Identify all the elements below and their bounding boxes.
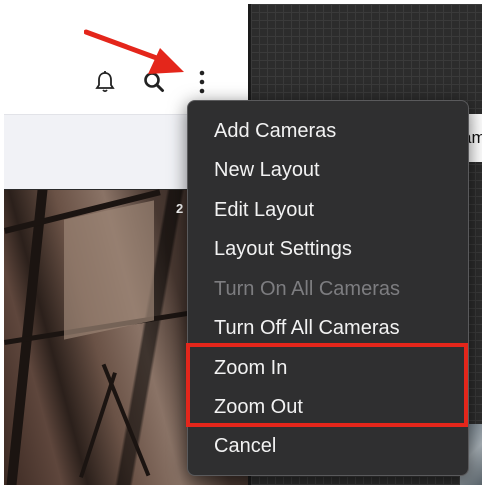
menu-item-turn-on-all-cameras: Turn On All Cameras [214,278,400,300]
context-menu: Add Cameras New Layout Edit Layout Layou… [187,100,469,476]
menu-item-edit-layout[interactable]: Edit Layout [214,199,314,222]
more-vertical-icon[interactable] [197,68,207,96]
feed-timestamp-fragment: 2 [176,201,184,216]
menu-item-layout-settings[interactable]: Layout Settings [214,238,352,261]
menu-item-zoom-out[interactable]: Zoom Out [214,396,303,419]
feed-cable [101,363,151,477]
annotation-arrow-icon [84,29,184,74]
screenshot-frame: am [4,4,482,485]
menu-item-new-layout[interactable]: New Layout [214,159,320,182]
menu-item-add-cameras[interactable]: Add Cameras [214,120,336,143]
menu-item-turn-off-all-cameras[interactable]: Turn Off All Cameras [214,317,400,340]
menu-item-zoom-in[interactable]: Zoom In [214,357,287,380]
menu-item-cancel[interactable]: Cancel [214,435,276,458]
feed-wall [64,200,154,340]
